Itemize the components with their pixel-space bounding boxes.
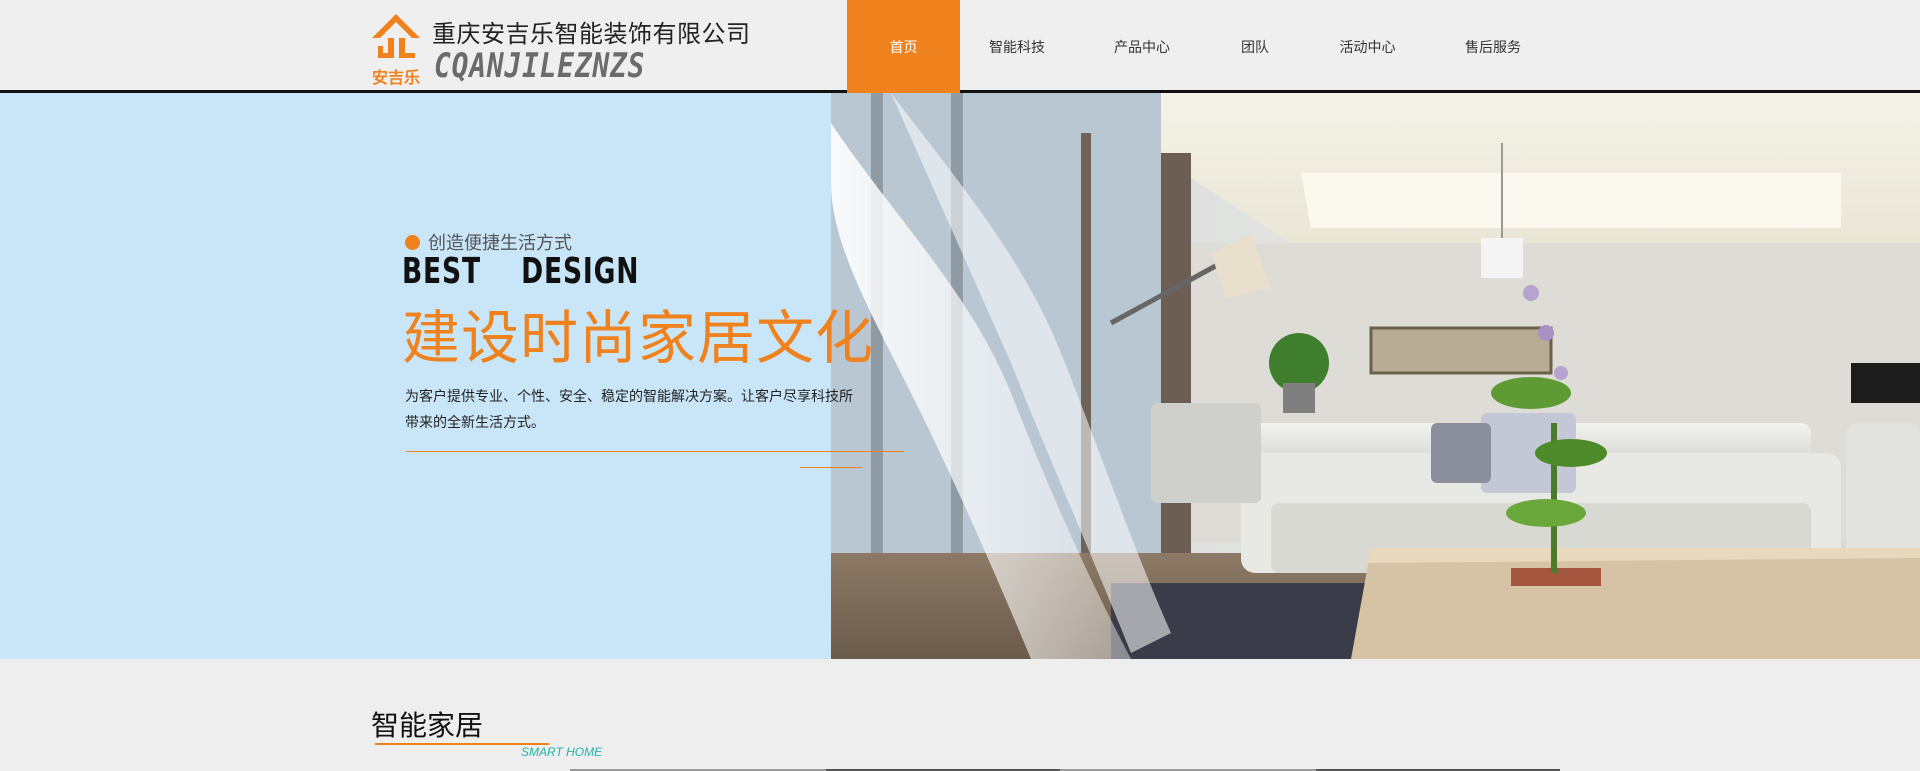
nav-item-after-sales[interactable]: 售后服务 bbox=[1435, 0, 1551, 93]
living-room-photo bbox=[831, 93, 1920, 659]
nav-item-smart-tech[interactable]: 智能科技 bbox=[960, 0, 1074, 93]
company-english-name: CQANJILEZNZS bbox=[434, 46, 646, 86]
section-subtitle: SMART HOME bbox=[521, 745, 603, 759]
hero-divider-short bbox=[800, 467, 862, 468]
hero-best-design: BEST DESIGN bbox=[402, 251, 640, 292]
company-name: 重庆安吉乐智能装饰有限公司 bbox=[432, 20, 751, 48]
nav-item-products[interactable]: 产品中心 bbox=[1074, 0, 1210, 93]
nav-item-team[interactable]: 团队 bbox=[1210, 0, 1300, 93]
nav-item-home[interactable]: 首页 bbox=[847, 0, 960, 93]
section-title: 智能家居 bbox=[371, 709, 484, 742]
orange-dot-icon bbox=[405, 234, 420, 250]
hero-headline: 建设时尚家居文化 bbox=[402, 304, 875, 372]
logo-text: 安吉乐 bbox=[372, 68, 420, 87]
hero-divider-long bbox=[406, 451, 904, 452]
hero-banner[interactable]: 创造便捷生活方式 BEST DESIGN 建设时尚家居文化 为客户提供专业、个性… bbox=[0, 93, 1920, 659]
hero-description: 为客户提供专业、个性、安全、稳定的智能解决方案。让客户尽享科技所带来的全新生活方… bbox=[405, 388, 853, 430]
main-nav: 首页 智能科技 产品中心 团队 活动中心 售后服务 bbox=[847, 0, 1551, 93]
nav-item-events[interactable]: 活动中心 bbox=[1300, 0, 1435, 93]
site-header: 安吉乐 重庆安吉乐智能装饰有限公司 CQANJILEZNZS 首页 智能科技 产… bbox=[0, 0, 1920, 93]
house-roof-logo-icon[interactable]: 安吉乐 bbox=[368, 12, 424, 88]
